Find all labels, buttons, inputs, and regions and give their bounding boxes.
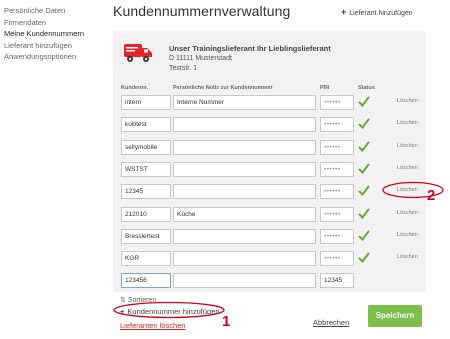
- column-header-status: Status: [358, 85, 375, 91]
- delete-row-link[interactable]: Löschen: [397, 165, 418, 171]
- delete-supplier-link[interactable]: Lieferanten löschen: [120, 321, 185, 330]
- checkmark-icon: [358, 141, 370, 152]
- supplier-name: Unser Trainingslieferant Ihr Lieblingsli…: [169, 44, 331, 53]
- supplier-city: D 11111 Musterstadt: [169, 55, 232, 62]
- checkmark-icon: [358, 252, 370, 264]
- checkmark-icon: [358, 185, 370, 197]
- table-row: 123456 12345: [113, 273, 426, 289]
- save-button[interactable]: Speichern: [368, 305, 422, 327]
- customer-number-input[interactable]: kollitest: [121, 117, 171, 133]
- table-row: WSTST •••••• Löschen: [113, 161, 426, 178]
- table-row: kollitest •••••• Löschen: [113, 117, 426, 133]
- delete-row-link[interactable]: Löschen: [397, 120, 418, 126]
- checkmark-icon: [358, 208, 370, 219]
- checkmark-icon: [358, 96, 370, 108]
- column-header-pin: PIN: [320, 85, 330, 91]
- sidebar-item-app-options[interactable]: Anwendungsoptionen: [4, 51, 108, 63]
- customer-number-input[interactable]: KGR: [121, 251, 171, 267]
- plus-icon: +: [120, 307, 125, 316]
- customer-number-panel: Unser Trainingslieferant Ihr Lieblingsli…: [113, 31, 426, 292]
- delete-row-link[interactable]: Löschen: [397, 98, 418, 104]
- column-header-number: Kundennr.: [121, 85, 149, 91]
- customer-number-input[interactable]: 212010: [121, 206, 171, 222]
- add-customer-number-label: Kundennummer hinzufügen: [127, 307, 220, 316]
- delete-row-link[interactable]: Löschen: [397, 254, 418, 260]
- note-input[interactable]: Küche: [173, 206, 316, 222]
- note-input[interactable]: [173, 273, 316, 289]
- page-title: Kundennummernverwaltung: [113, 3, 291, 19]
- annotation-marker-1: 1: [222, 313, 231, 330]
- checkmark-icon: [358, 118, 370, 130]
- customer-number-input[interactable]: 123456: [121, 273, 171, 289]
- pin-input[interactable]: ••••••: [320, 206, 354, 222]
- sort-label: Sortieren: [127, 297, 157, 304]
- checkmark-icon: [358, 230, 370, 241]
- sidebar-nav: Persönliche Daten Firmendaten Meine Kund…: [4, 5, 108, 63]
- customer-number-input[interactable]: 12345: [121, 184, 171, 200]
- checkmark-icon: [358, 163, 370, 174]
- delete-row-link[interactable]: Löschen: [397, 210, 418, 216]
- note-input[interactable]: [173, 117, 316, 133]
- pin-input[interactable]: ••••••: [320, 184, 354, 200]
- add-customer-number-link[interactable]: + Kundennummer hinzufügen: [120, 307, 220, 316]
- sort-icon: ⇅: [120, 297, 128, 304]
- pin-input[interactable]: ••••••: [320, 139, 354, 155]
- cancel-link[interactable]: Abbrechen: [313, 318, 349, 327]
- table-row: Bresslertest •••••• Löschen: [113, 228, 426, 245]
- sidebar-item-company-data[interactable]: Firmendaten: [4, 17, 108, 29]
- note-input[interactable]: Interne Nummer: [173, 95, 316, 110]
- add-supplier-link[interactable]: + Lieferant hinzufügen: [341, 7, 413, 17]
- pin-input[interactable]: ••••••: [320, 117, 354, 133]
- annotation-marker-2: 2: [427, 187, 436, 204]
- pin-input[interactable]: ••••••: [320, 161, 354, 177]
- pin-input[interactable]: 12345: [320, 273, 354, 289]
- note-input[interactable]: [173, 161, 316, 177]
- table-row: intern Interne Nummer •••••• Löschen: [113, 95, 426, 111]
- table-row: sellymobile •••••• Löschen: [113, 139, 426, 156]
- customer-number-input[interactable]: Bresslertest: [121, 228, 171, 244]
- note-input[interactable]: [173, 139, 316, 155]
- customer-number-input[interactable]: WSTST: [121, 161, 171, 177]
- note-input[interactable]: [173, 228, 316, 244]
- pin-input[interactable]: ••••••: [320, 228, 354, 244]
- table-row: 212010 Küche •••••• Löschen: [113, 206, 426, 223]
- sort-link[interactable]: ⇅ Sortieren: [120, 296, 156, 304]
- table-row: 12345 •••••• Löschen: [113, 184, 426, 200]
- supplier-street: Teststr. 1: [169, 65, 198, 72]
- sidebar-item-add-supplier[interactable]: Lieferant hinzufügen: [4, 40, 108, 52]
- sidebar-item-customer-numbers[interactable]: Meine Kundennummern: [4, 28, 108, 40]
- pin-input[interactable]: ••••••: [320, 251, 354, 267]
- delete-row-link[interactable]: Löschen: [397, 143, 418, 149]
- column-header-note: Persönliche Notiz zur Kundennummer: [173, 85, 273, 91]
- customer-number-input[interactable]: sellymobile: [121, 139, 171, 155]
- pin-input[interactable]: ••••••: [320, 95, 354, 110]
- note-input[interactable]: [173, 184, 316, 200]
- delete-row-link[interactable]: Löschen: [397, 187, 418, 193]
- add-supplier-label: Lieferant hinzufügen: [349, 10, 413, 17]
- plus-icon: +: [341, 7, 347, 17]
- note-input[interactable]: [173, 251, 316, 267]
- customer-number-input[interactable]: intern: [121, 95, 171, 110]
- sidebar-item-personal-data[interactable]: Persönliche Daten: [4, 5, 108, 17]
- delete-row-link[interactable]: Löschen: [397, 232, 418, 238]
- truck-icon: [124, 44, 152, 62]
- table-row: KGR •••••• Löschen: [113, 251, 426, 267]
